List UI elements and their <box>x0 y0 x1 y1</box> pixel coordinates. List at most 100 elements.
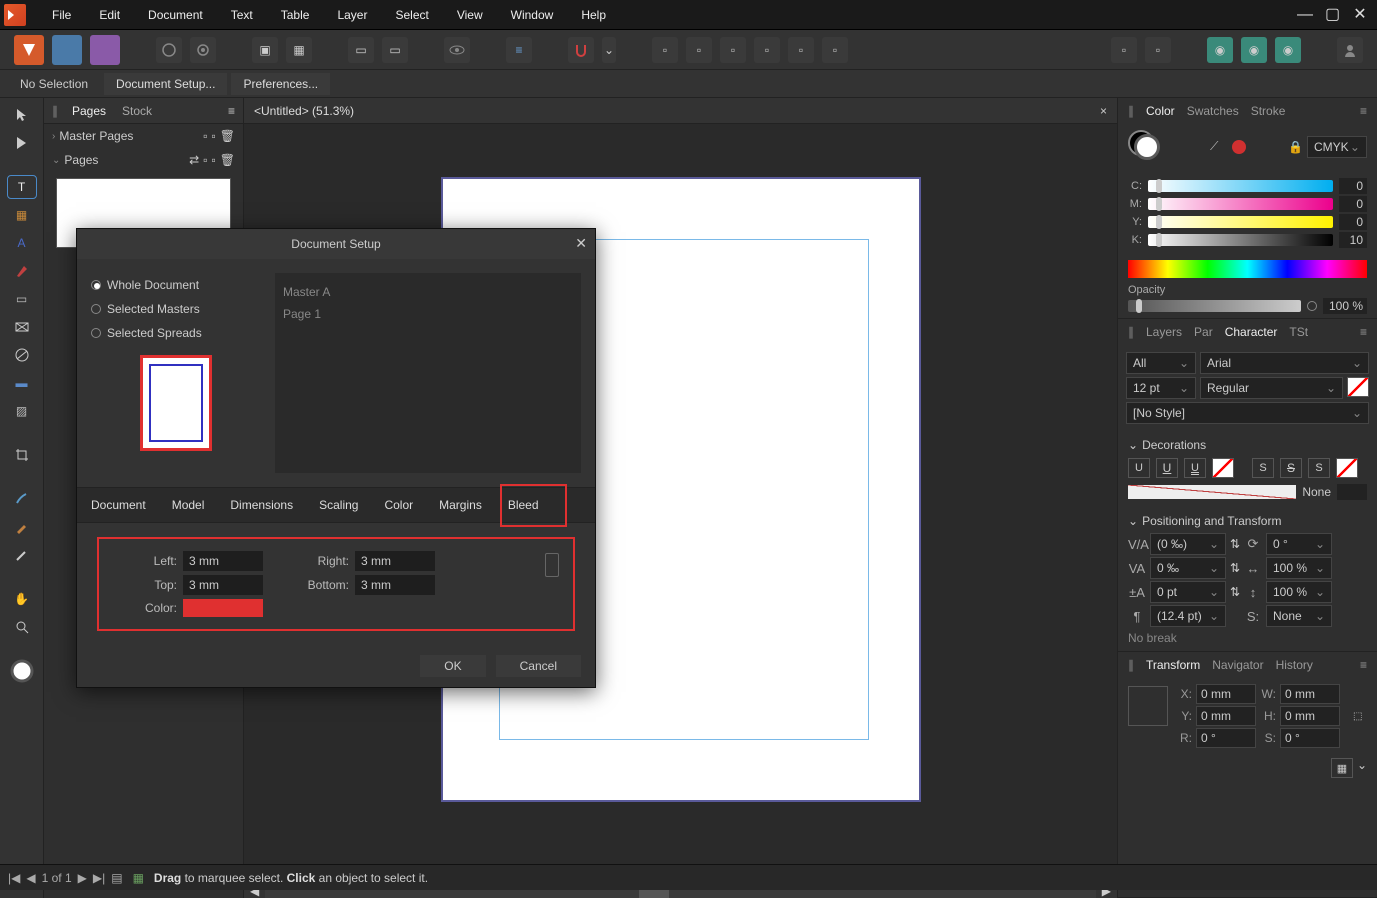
toolbar-arrange-icon[interactable]: ▭ <box>348 37 374 63</box>
toolbar-align5-icon[interactable]: ▫ <box>788 37 814 63</box>
tab-swatches[interactable]: Swatches <box>1185 102 1241 120</box>
font-family-dropdown[interactable]: Arial <box>1200 352 1369 374</box>
toolbar-preview-icon[interactable] <box>444 37 470 63</box>
link-wh-icon[interactable]: ⬚ <box>1353 711 1367 722</box>
eyedropper-icon[interactable]: ⟋ <box>1210 139 1226 155</box>
toolbar-group2-icon[interactable]: ▫ <box>1145 37 1171 63</box>
underline3-button[interactable]: U <box>1184 458 1206 478</box>
prev-page-icon[interactable]: ◀ <box>26 871 35 885</box>
menu-help[interactable]: Help <box>567 2 620 28</box>
anchor-grid[interactable] <box>1128 686 1168 726</box>
opacity-slider[interactable] <box>1128 300 1301 312</box>
align-menu[interactable]: ⌄ <box>1357 758 1367 778</box>
toolbar-op-add-icon[interactable]: ◉ <box>1207 37 1233 63</box>
reflow-icon[interactable]: ⇄ <box>189 153 199 167</box>
master-pages-section[interactable]: › Master Pages ▫ ▫ 🗑 <box>44 124 243 148</box>
style-picker-tool[interactable] <box>8 544 36 566</box>
tab-par[interactable]: Par <box>1192 323 1215 341</box>
list-item[interactable]: Master A <box>283 281 573 303</box>
font-size-dropdown[interactable]: 12 pt <box>1126 377 1196 399</box>
dup-page-icon[interactable]: ▫ <box>212 153 216 167</box>
positioning-header[interactable]: ⌄Positioning and Transform <box>1128 511 1367 531</box>
bleed-color-swatch[interactable] <box>183 599 263 617</box>
font-decoration-icon[interactable] <box>1347 377 1369 397</box>
y-slider[interactable] <box>1148 216 1333 228</box>
menu-table[interactable]: Table <box>267 2 324 28</box>
opacity-value[interactable]: 100 % <box>1323 298 1367 314</box>
rotation-input[interactable]: 0 ° <box>1266 533 1332 555</box>
close-tab-icon[interactable]: × <box>1100 104 1107 118</box>
underline-button[interactable]: U <box>1128 458 1150 478</box>
toolbar-snap-menu[interactable]: ⌄ <box>602 37 616 63</box>
tab-color[interactable]: Color <box>380 496 417 514</box>
rectangle-tool[interactable]: ▭ <box>8 288 36 310</box>
menu-document[interactable]: Document <box>134 2 217 28</box>
radio-selected-spreads[interactable]: Selected Spreads <box>91 321 261 345</box>
strike-color-button[interactable] <box>1336 458 1358 478</box>
menu-view[interactable]: View <box>443 2 497 28</box>
tab-navigator[interactable]: Navigator <box>1210 656 1265 674</box>
artistic-text-tool[interactable]: A <box>8 232 36 254</box>
lock-icon[interactable]: 🔒 <box>1288 140 1303 154</box>
underline-color-button[interactable] <box>1212 458 1234 478</box>
toolbar-align4-icon[interactable]: ▫ <box>754 37 780 63</box>
toggle-ui-icon[interactable]: ▦ <box>133 871 144 885</box>
m-value[interactable]: 0 <box>1339 196 1367 212</box>
toolbar-preferences-icon[interactable] <box>190 37 216 63</box>
underline2-button[interactable]: U <box>1156 458 1178 478</box>
tab-character[interactable]: Character <box>1223 323 1280 341</box>
top-input[interactable]: 3 mm <box>183 575 263 595</box>
c-slider[interactable] <box>1148 180 1333 192</box>
cancel-button[interactable]: Cancel <box>496 655 581 677</box>
brush-tool[interactable] <box>8 488 36 510</box>
toolbar-clip2-icon[interactable]: ▦ <box>286 37 312 63</box>
tab-scaling[interactable]: Scaling <box>315 496 362 514</box>
color-menu-icon[interactable]: ≡ <box>1358 102 1369 120</box>
color-tool[interactable] <box>8 660 36 682</box>
toolbar-group1-icon[interactable]: ▫ <box>1111 37 1137 63</box>
dup-master-icon[interactable]: ▫ <box>212 129 216 143</box>
picture-frame-tool[interactable] <box>8 316 36 338</box>
node-tool[interactable] <box>8 132 36 154</box>
first-page-icon[interactable]: |◀ <box>8 871 20 885</box>
toolbar-preflight-icon[interactable] <box>156 37 182 63</box>
shear-input[interactable]: None <box>1266 605 1332 627</box>
toolbar-align2-icon[interactable]: ▫ <box>686 37 712 63</box>
ok-button[interactable]: OK <box>420 655 485 677</box>
menu-layer[interactable]: Layer <box>323 2 381 28</box>
decorations-header[interactable]: ⌄Decorations <box>1128 435 1367 455</box>
tab-pages[interactable]: Pages <box>64 102 114 120</box>
bg-swatch[interactable] <box>1337 484 1367 500</box>
frame-text-tool[interactable]: T <box>8 176 36 198</box>
radio-whole-document[interactable]: Whole Document <box>91 273 261 297</box>
maximize-button[interactable]: ▢ <box>1325 8 1339 22</box>
toolbar-align6-icon[interactable]: ▫ <box>822 37 848 63</box>
bottom-input[interactable]: 3 mm <box>355 575 435 595</box>
add-page-icon[interactable]: ▫ <box>203 153 207 167</box>
context-preferences-button[interactable]: Preferences... <box>231 73 330 95</box>
m-slider[interactable] <box>1148 198 1333 210</box>
eyedropper-tool[interactable] <box>8 516 36 538</box>
tab-stock[interactable]: Stock <box>114 102 160 120</box>
toolbar-clip-icon[interactable]: ▣ <box>252 37 278 63</box>
bg-color-button[interactable] <box>1128 485 1296 499</box>
pan-tool[interactable]: ✋ <box>8 588 36 610</box>
c-value[interactable]: 0 <box>1339 178 1367 194</box>
menu-text[interactable]: Text <box>217 2 267 28</box>
color-mode-dropdown[interactable]: CMYK <box>1307 136 1367 158</box>
leading-input[interactable]: (12.4 pt) <box>1150 605 1226 627</box>
toolbar-snap-icon[interactable] <box>568 37 594 63</box>
tab-layers[interactable]: Layers <box>1144 323 1184 341</box>
persona-designer-icon[interactable] <box>52 35 82 65</box>
last-page-icon[interactable]: ▶| <box>93 871 105 885</box>
preflight-icon[interactable]: ▤ <box>111 871 122 885</box>
y-input[interactable]: 0 mm <box>1196 706 1256 726</box>
dialog-close-icon[interactable]: ✕ <box>575 235 587 252</box>
y-value[interactable]: 0 <box>1339 214 1367 230</box>
toolbar-align3-icon[interactable]: ▫ <box>720 37 746 63</box>
fill-tool[interactable]: ▬ <box>8 372 36 394</box>
tab-color[interactable]: Color <box>1144 102 1177 120</box>
toolbar-baseline-icon[interactable]: ≡ <box>506 37 532 63</box>
tracking-input[interactable]: (0 ‰) <box>1150 533 1226 555</box>
master-list[interactable]: Master A Page 1 <box>275 273 581 473</box>
